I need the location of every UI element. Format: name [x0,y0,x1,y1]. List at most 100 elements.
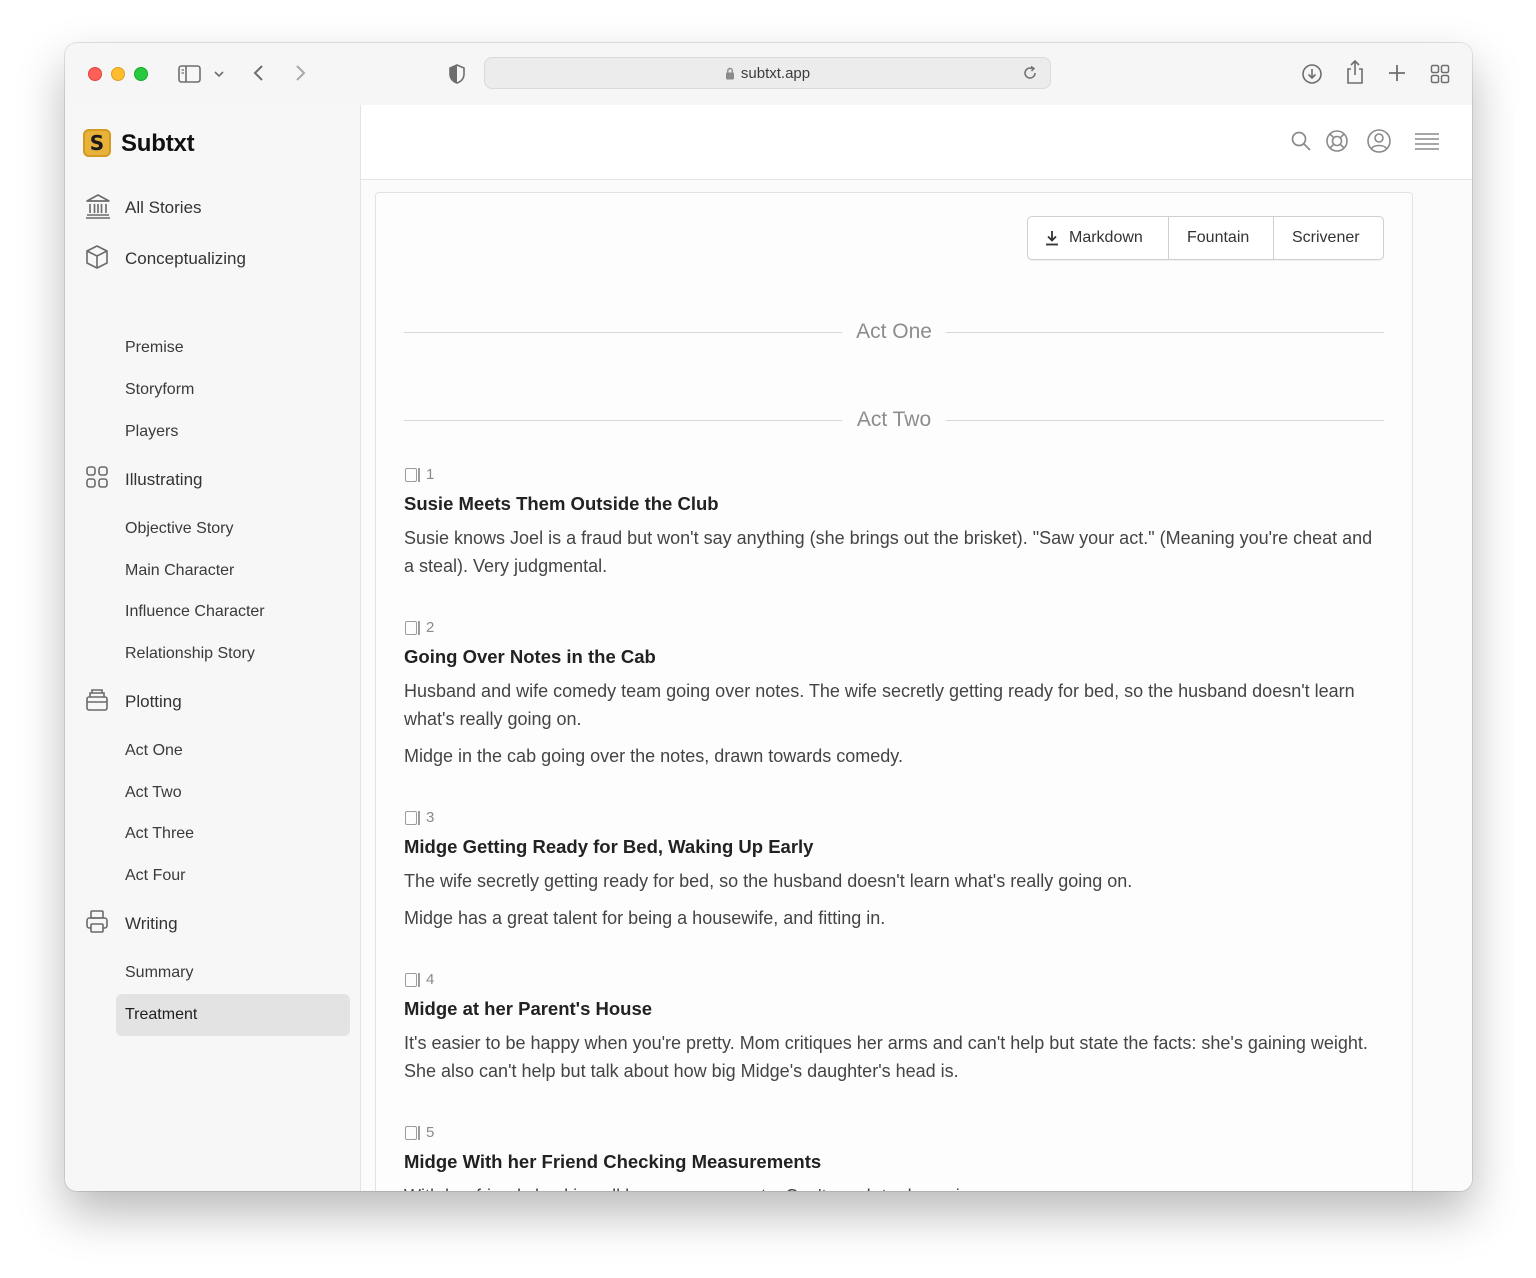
scene-checkbox[interactable] [405,1126,420,1140]
sidebar-item-act-one[interactable]: Act One [116,730,350,772]
zoom-window-button[interactable] [134,67,148,81]
privacy-shield-icon[interactable] [448,63,466,85]
scene-checkbox[interactable] [405,621,420,635]
scene-title[interactable]: Midge Getting Ready for Bed, Waking Up E… [404,836,813,858]
share-icon[interactable] [1345,59,1365,85]
browser-window: subtxt.app S Subtxt All Stories Conceptu… [65,43,1472,1191]
address-bar[interactable]: subtxt.app [484,57,1051,89]
sidebar-section-label: Writing [125,914,178,933]
scene-checkbox[interactable] [405,468,420,482]
export-markdown-button[interactable]: Markdown [1028,217,1168,259]
sidebar-item-label: Relationship Story [125,645,255,662]
sidebar-section-label: Plotting [125,692,182,711]
export-fountain-label: Fountain [1187,229,1250,246]
divider-line [946,420,1384,421]
export-scrivener-label: Scrivener [1292,229,1360,246]
sidebar-item-label: Act Two [125,784,182,801]
sidebar-section-plotting[interactable]: Plotting [65,687,360,715]
forward-icon[interactable] [293,63,307,83]
cube-icon [85,244,109,275]
act-two-divider: Act Two [404,406,1384,436]
search-icon[interactable] [1290,130,1312,157]
sidebar-item-label: All Stories [125,198,202,217]
scene-title[interactable]: Midge at her Parent's House [404,998,652,1020]
scene-title[interactable]: Midge With her Friend Checking Measureme… [404,1151,821,1173]
scene-title[interactable]: Susie Meets Them Outside the Club [404,493,719,515]
bank-icon [85,193,111,224]
menu-icon[interactable] [1414,132,1440,157]
subtxt-logo: S [83,129,111,157]
sidebar-item-label: Players [125,423,179,440]
scene-checkbox[interactable] [405,973,420,987]
sidebar-section-writing[interactable]: Writing [65,909,360,937]
sidebar-item-label: Storyform [125,381,195,398]
sidebar-section-illustrating[interactable]: Illustrating [65,465,360,493]
reload-icon[interactable] [1022,65,1038,86]
sidebar-item-label: Act One [125,742,183,759]
back-icon[interactable] [252,63,266,83]
downloads-icon[interactable] [1301,63,1323,85]
sidebar-item-storyform[interactable]: Storyform [116,369,350,411]
sidebar-item-relationship-story[interactable]: Relationship Story [116,633,350,675]
logo-letter: S [89,131,105,155]
sidebar: S Subtxt All Stories Conceptualizing Pre… [65,105,361,1191]
sidebar-section-label: Conceptualizing [125,249,246,268]
minimize-window-button[interactable] [111,67,125,81]
grid-icon [85,465,109,494]
scene-paragraph: Midge in the cab going over the notes, d… [404,746,903,766]
act-one-divider: Act One [404,318,1384,348]
sidebar-item-label: Summary [125,964,194,981]
inbox-icon [85,687,109,718]
sidebar-item-premise[interactable]: Premise [116,327,350,369]
sidebar-item-main-character[interactable]: Main Character [116,550,350,592]
sidebar-item-label: Influence Character [125,603,265,620]
sidebar-item-label: Main Character [125,562,235,579]
scene-number-text: 1 [426,466,435,483]
address-url: subtxt.app [485,65,1050,84]
scene-number-text: 3 [426,809,435,826]
chevron-down-icon[interactable] [214,70,224,78]
sidebar-item-label: Objective Story [125,520,234,537]
sidebar-item-act-two[interactable]: Act Two [116,772,350,814]
scene-paragraph: Husband and wife comedy team going over … [404,681,1355,729]
sidebar-section-conceptualizing[interactable]: Conceptualizing [65,244,360,272]
scene-number-text: 5 [426,1124,435,1141]
export-scrivener-button[interactable]: Scrivener [1274,217,1383,259]
sidebar-item-label: Act Three [125,825,195,842]
export-markdown-label: Markdown [1069,229,1143,246]
sidebar-item-influence-character[interactable]: Influence Character [116,591,350,633]
user-account-icon[interactable] [1366,128,1392,159]
url-text: subtxt.app [740,65,811,82]
app-name: Subtxt [121,130,195,157]
sidebar-item-label: Act Four [125,867,186,884]
sidebar-item-all-stories[interactable]: All Stories [65,193,360,221]
sidebar-item-label: Treatment [125,1006,198,1023]
lock-icon [725,67,735,84]
export-button-group: Markdown Fountain Scrivener [1027,216,1384,260]
scene-paragraph: It's easier to be happy when you're pret… [404,1033,1368,1081]
tab-overview-icon[interactable] [1430,64,1450,84]
sidebar-item-act-three[interactable]: Act Three [116,813,350,855]
sidebar-toggle-icon[interactable] [178,64,202,84]
scene-paragraph: Midge has a great talent for being a hou… [404,908,886,928]
treatment-card: Markdown Fountain Scrivener Act One Act … [375,192,1413,1191]
sidebar-item-players[interactable]: Players [116,411,350,453]
export-fountain-button[interactable]: Fountain [1169,217,1273,259]
top-bar [361,105,1472,180]
scene-number-text: 2 [426,619,435,636]
scene-paragraph: Susie knows Joel is a fraud but won't sa… [404,528,1373,576]
sidebar-item-summary[interactable]: Summary [116,952,350,994]
close-window-button[interactable] [88,67,102,81]
scene-title[interactable]: Going Over Notes in the Cab [404,646,656,668]
sidebar-section-label: Illustrating [125,470,203,489]
help-lifebuoy-icon[interactable] [1325,129,1349,158]
sidebar-item-act-four[interactable]: Act Four [116,855,350,897]
new-tab-icon[interactable] [1388,64,1406,82]
sidebar-item-objective-story[interactable]: Objective Story [116,508,350,550]
printer-icon [85,909,109,940]
scene-paragraph: The wife secretly getting ready for bed,… [404,871,1133,891]
browser-toolbar: subtxt.app [65,43,1472,106]
sidebar-item-label: Premise [125,339,184,356]
scene-checkbox[interactable] [405,811,420,825]
sidebar-item-treatment[interactable]: Treatment [116,994,350,1036]
